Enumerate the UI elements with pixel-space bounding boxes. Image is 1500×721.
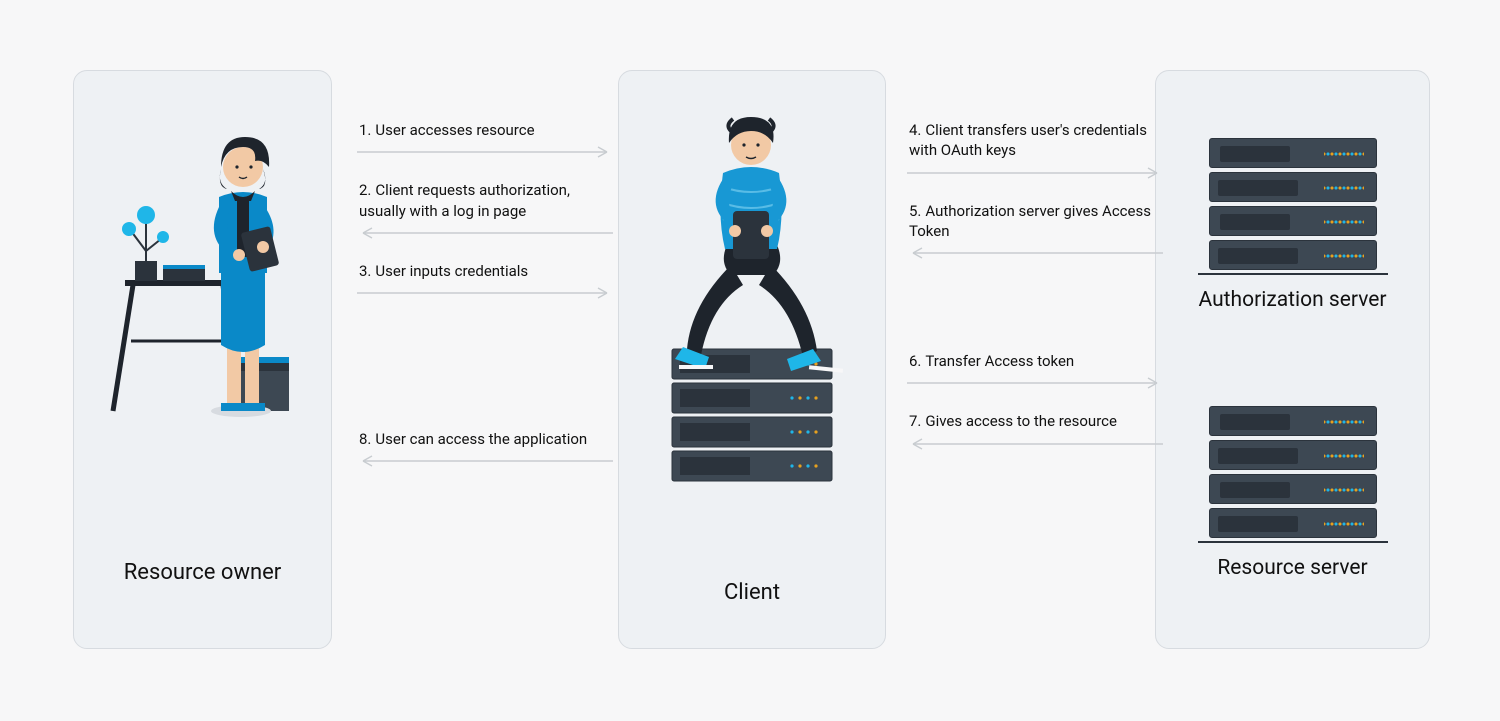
arrow-right-icon — [905, 377, 1165, 389]
arrow-right-icon — [905, 167, 1165, 179]
step-3: 3.User inputs credentials — [355, 261, 615, 281]
arrow-left-icon — [355, 227, 615, 239]
authorization-server-illustration — [1209, 138, 1377, 275]
resource-server-title: Resource server — [1217, 555, 1367, 581]
resource-server-illustration — [1209, 406, 1377, 543]
step-8: 8.User can access the application — [355, 429, 615, 449]
client-panel: Client — [618, 70, 886, 649]
arrow-left-icon — [355, 455, 615, 467]
step-1: 1.User accesses resource — [355, 120, 615, 140]
resource-owner-title: Resource owner — [124, 559, 282, 588]
arrow-left-icon — [905, 247, 1165, 259]
arrow-right-icon — [355, 287, 615, 299]
step-4: 4.Client transfers user's credentials wi… — [905, 120, 1165, 161]
step-2: 2.Client requests authorization, usually… — [355, 180, 615, 221]
client-illustration — [647, 105, 857, 509]
client-title: Client — [724, 579, 780, 608]
authorization-server-title: Authorization server — [1199, 287, 1387, 313]
arrow-right-icon — [355, 146, 615, 158]
servers-panel: Authorization server Resource server — [1155, 70, 1430, 649]
resource-owner-panel: Resource owner — [73, 70, 332, 649]
step-7: 7.Gives access to the resource — [905, 411, 1165, 431]
step-6: 6.Transfer Access token — [905, 351, 1165, 371]
resource-owner-illustration — [103, 111, 303, 425]
arrow-left-icon — [905, 438, 1165, 450]
owner-client-flow: 1.User accesses resource 2.Client reques… — [355, 120, 615, 489]
authorization-server-block: Authorization server — [1199, 138, 1387, 313]
resource-server-block: Resource server — [1209, 406, 1377, 581]
step-5: 5.Authorization server gives Access Toke… — [905, 201, 1165, 242]
client-server-flow: 4.Client transfers user's credentials wi… — [905, 120, 1165, 472]
